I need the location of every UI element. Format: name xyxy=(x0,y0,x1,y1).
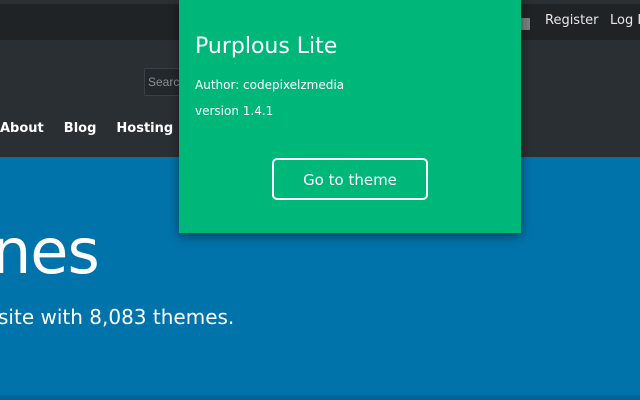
popup-theme-title: Purplous Lite xyxy=(195,34,338,59)
popup-theme-author: Author: codepixelzmedia xyxy=(195,78,345,92)
theme-popup: Purplous Lite Author: codepixelzmedia ve… xyxy=(179,0,521,233)
hero-subtitle: site with 8,083 themes. xyxy=(0,305,235,329)
nav-about[interactable]: About xyxy=(0,121,44,136)
register-link[interactable]: Register xyxy=(545,13,599,28)
nav-blog[interactable]: Blog xyxy=(64,121,97,136)
hero-title: nes xyxy=(0,215,100,288)
page-divider xyxy=(0,395,640,400)
account-icon xyxy=(520,18,530,30)
go-to-theme-button[interactable]: Go to theme xyxy=(272,158,428,200)
main-navigation: About Blog Hosting xyxy=(0,117,193,139)
nav-hosting[interactable]: Hosting xyxy=(116,121,173,136)
login-link[interactable]: Log In xyxy=(610,13,640,28)
popup-theme-version: version 1.4.1 xyxy=(195,104,274,118)
